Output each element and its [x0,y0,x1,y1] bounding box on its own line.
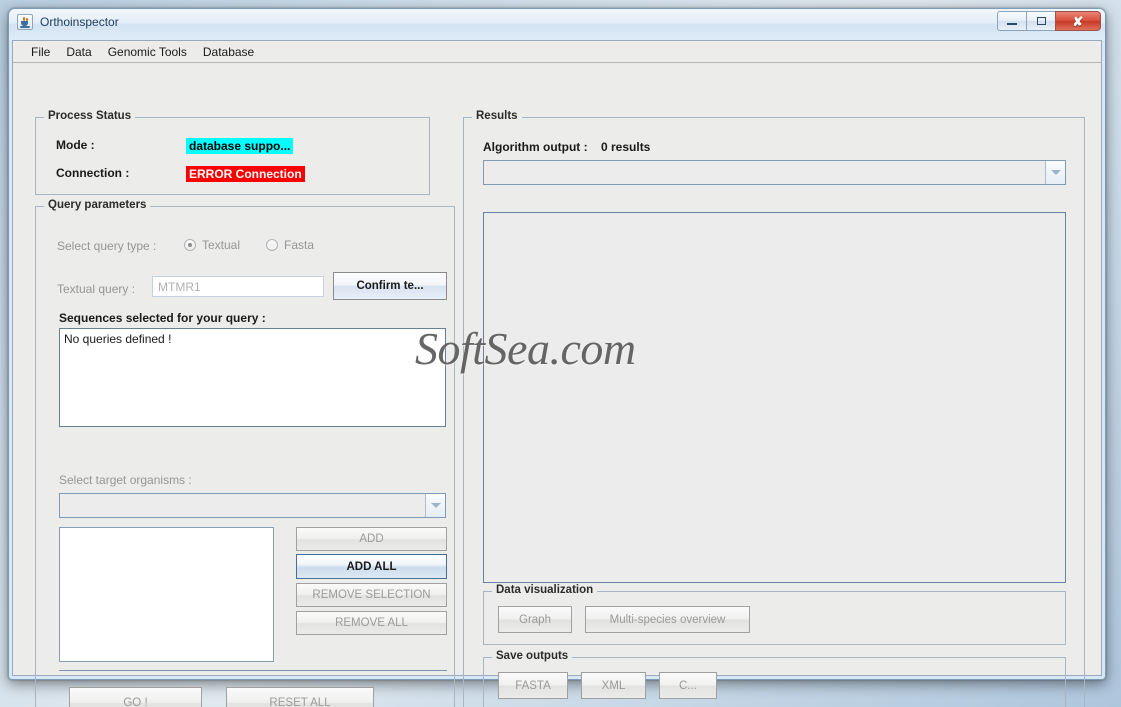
save-outputs-title: Save outputs [492,650,573,662]
title-bar-left: Orthoinspector [17,14,119,30]
list-item: No queries defined ! [64,332,172,346]
mode-value: database suppo... [186,138,294,154]
textual-query-input[interactable]: MTMR1 [152,276,324,297]
results-combo-value [484,161,1045,184]
title-bar: Orthoinspector ✘ [9,9,1105,40]
save-outputs-group: Save outputs FASTA XML C... [483,650,1066,707]
query-parameters-group: Query parameters Select query type : Tex… [35,199,455,707]
multi-species-overview-button[interactable]: Multi-species overview [585,606,750,633]
data-visualization-title: Data visualization [492,584,598,596]
process-status-group: Process Status Mode : database suppo... … [35,110,430,195]
mode-label: Mode : [56,138,95,152]
menu-item-genomic-tools[interactable]: Genomic Tools [100,42,195,62]
remove-selection-button[interactable]: REMOVE SELECTION [296,583,447,607]
remove-all-button[interactable]: REMOVE ALL [296,611,447,635]
textual-query-label: Textual query : [57,282,136,296]
results-pane-content [484,213,1065,221]
chevron-down-icon[interactable] [1045,161,1065,184]
chevron-down-icon[interactable] [425,494,445,517]
close-icon: ✘ [1072,13,1084,29]
target-organisms-combo-value [60,494,425,517]
radio-textual[interactable]: Textual [184,238,240,252]
select-query-type-label: Select query type : [57,239,157,253]
save-csv-button[interactable]: C... [659,672,717,699]
target-organisms-combo[interactable] [59,493,446,518]
minimize-button[interactable] [997,11,1026,31]
add-all-button[interactable]: ADD ALL [296,554,447,579]
window-title: Orthoinspector [40,15,119,29]
panel-separator [59,670,447,671]
reset-all-button[interactable]: RESET ALL [226,687,374,707]
confirm-textual-query-button[interactable]: Confirm te... [333,272,447,300]
maximize-icon [1036,17,1046,25]
sequences-selected-label: Sequences selected for your query : [59,311,266,325]
content-area: Process Status Mode : database suppo... … [13,64,1101,707]
menu-item-file[interactable]: File [23,42,58,62]
sequences-list[interactable]: No queries defined ! [59,328,446,427]
go-button[interactable]: GO ! [69,687,202,707]
connection-value: ERROR Connection [186,166,305,182]
radio-fasta-indicator [266,239,278,251]
results-display-pane[interactable] [483,212,1066,583]
save-xml-button[interactable]: XML [581,672,646,699]
results-title: Results [472,110,522,122]
application-window: Orthoinspector ✘ File Data Genomic Tools… [8,8,1106,707]
select-target-organisms-label: Select target organisms : [59,473,192,487]
organisms-list[interactable] [59,527,274,662]
algorithm-output-label: Algorithm output : [483,140,588,154]
connection-label: Connection : [56,166,130,180]
radio-textual-label: Textual [202,238,241,252]
add-button[interactable]: ADD [296,527,447,551]
textual-query-value: MTMR1 [158,279,201,294]
window-controls: ✘ [997,11,1101,31]
results-combo[interactable] [483,160,1066,185]
radio-fasta-label: Fasta [284,238,315,252]
query-parameters-title: Query parameters [44,199,151,211]
menu-bar: File Data Genomic Tools Database [13,41,1101,63]
algorithm-output-value: 0 results [601,140,651,154]
radio-fasta[interactable]: Fasta [266,238,314,252]
java-cup-icon [17,14,33,30]
results-group: Results Algorithm output : 0 results Dat… [463,110,1085,707]
graph-button[interactable]: Graph [498,606,572,633]
data-visualization-group: Data visualization Graph Multi-species o… [483,584,1066,645]
maximize-button[interactable] [1026,11,1055,31]
window-client-area: File Data Genomic Tools Database Process… [12,40,1102,707]
minimize-icon [1007,22,1017,25]
menu-item-database[interactable]: Database [195,42,262,62]
process-status-title: Process Status [44,110,136,122]
close-button[interactable]: ✘ [1055,11,1101,31]
save-fasta-button[interactable]: FASTA [498,672,568,699]
menu-item-data[interactable]: Data [58,42,99,62]
radio-textual-indicator [184,239,196,251]
